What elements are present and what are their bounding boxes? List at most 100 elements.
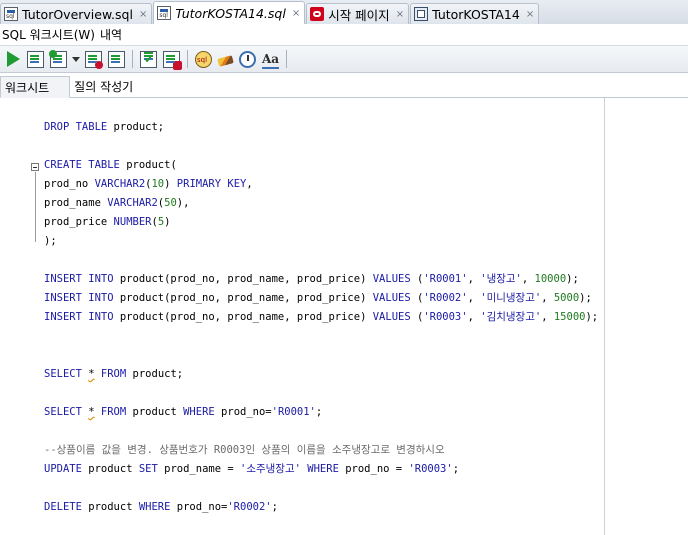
code-token: 50 bbox=[164, 197, 177, 209]
code-token: SELECT bbox=[44, 368, 89, 380]
code-token: 'R0003' bbox=[423, 311, 468, 323]
code-line[interactable]: prod_price NUMBER(5) bbox=[44, 213, 598, 232]
code-token: 'R0002' bbox=[227, 501, 272, 513]
clear-icon[interactable] bbox=[217, 55, 234, 67]
tab-tutorkosta14-sql[interactable]: TutorKOSTA14.sql × bbox=[153, 1, 306, 24]
code-line[interactable] bbox=[44, 346, 598, 365]
fold-guide bbox=[35, 172, 36, 242]
format-case-icon[interactable]: Aa bbox=[262, 51, 280, 69]
toolbar-separator bbox=[187, 50, 188, 68]
history-menu[interactable]: 내역 bbox=[100, 26, 122, 43]
close-icon[interactable]: × bbox=[292, 8, 300, 19]
sql-file-icon bbox=[157, 6, 172, 20]
code-token: prod_no = bbox=[345, 463, 409, 475]
code-token: DELETE bbox=[44, 501, 89, 513]
code-token: CREATE TABLE bbox=[44, 159, 127, 171]
tab-start-page[interactable]: 시작 페이지 × bbox=[306, 3, 410, 24]
code-line[interactable]: INSERT INTO product(prod_no, prod_name, … bbox=[44, 270, 598, 289]
code-token: prod_name = bbox=[164, 463, 240, 475]
tab-label: TutorOverview.sql bbox=[22, 6, 133, 22]
code-token: product(prod_no, prod_name, prod_price) bbox=[119, 273, 373, 285]
code-token: , bbox=[541, 292, 554, 304]
code-line[interactable]: --상품이름 값을 변경. 상품번호가 R0003인 상품의 이름을 소주냉장고… bbox=[44, 441, 598, 460]
toolbar-separator bbox=[132, 50, 133, 68]
code-token: 'R0001' bbox=[423, 273, 468, 285]
sql-history-icon[interactable] bbox=[239, 50, 256, 68]
code-token: product; bbox=[132, 368, 184, 380]
code-line[interactable]: DROP TABLE product; bbox=[44, 118, 598, 137]
close-icon[interactable]: × bbox=[139, 9, 147, 20]
tab-tutoroverview-sql[interactable]: TutorOverview.sql × bbox=[0, 3, 153, 24]
code-token: , bbox=[246, 178, 253, 190]
code-token: product; bbox=[113, 121, 165, 133]
code-token: 'R0001' bbox=[271, 406, 316, 418]
code-line[interactable] bbox=[44, 384, 598, 403]
code-line[interactable] bbox=[44, 251, 598, 270]
tab-tutorkosta14-worksheet[interactable]: TutorKOSTA14 × bbox=[410, 3, 540, 24]
code-token: WHERE bbox=[138, 501, 177, 513]
code-line[interactable] bbox=[44, 137, 598, 156]
code-token: , bbox=[541, 311, 554, 323]
code-token: DROP TABLE bbox=[44, 121, 114, 133]
code-line[interactable]: DELETE product WHERE prod_no='R0002'; bbox=[44, 498, 598, 517]
tab-query-builder[interactable]: 질의 작성기 bbox=[70, 76, 141, 97]
code-token: , bbox=[467, 273, 481, 285]
code-token: WHERE bbox=[307, 463, 346, 475]
code-token: product bbox=[88, 501, 139, 513]
tab-label: TutorKOSTA14.sql bbox=[175, 5, 286, 21]
run-script-icon[interactable] bbox=[27, 50, 44, 68]
document-tab-strip: TutorOverview.sql × TutorKOSTA14.sql × 시… bbox=[0, 0, 688, 25]
code-line[interactable]: CREATE TABLE product( bbox=[44, 156, 598, 175]
explain-plan-icon[interactable] bbox=[85, 50, 103, 69]
code-token: 15000 bbox=[553, 311, 586, 323]
toolbar-separator bbox=[286, 50, 288, 68]
code-token: '김치냉장고' bbox=[480, 311, 542, 323]
code-line[interactable]: ); bbox=[44, 232, 598, 251]
code-token: product bbox=[88, 463, 139, 475]
tab-label: TutorKOSTA14 bbox=[432, 6, 520, 22]
unshared-sql-icon[interactable] bbox=[195, 50, 212, 68]
tab-worksheet[interactable]: 워크시트 bbox=[0, 76, 71, 98]
code-token: '미니냉장고' bbox=[480, 292, 542, 304]
code-line[interactable] bbox=[44, 327, 598, 346]
code-token: NUMBER bbox=[113, 216, 152, 228]
code-token: SELECT bbox=[44, 406, 89, 418]
code-token: ) bbox=[164, 178, 177, 190]
worksheet-toolbar: Aa bbox=[0, 45, 688, 73]
code-token: INSERT INTO bbox=[44, 273, 120, 285]
close-icon[interactable]: × bbox=[396, 9, 404, 20]
code-token: 10 bbox=[151, 178, 165, 190]
sql-tuning-icon[interactable] bbox=[108, 50, 125, 68]
code-line[interactable]: INSERT INTO product(prod_no, prod_name, … bbox=[44, 289, 598, 308]
code-token: 10000 bbox=[534, 273, 567, 285]
rollback-icon[interactable] bbox=[163, 50, 182, 70]
code-token: product(prod_no, prod_name, prod_price) bbox=[119, 292, 373, 304]
code-line[interactable]: prod_no VARCHAR2(10) PRIMARY KEY, bbox=[44, 175, 598, 194]
code-line[interactable]: SELECT * FROM product; bbox=[44, 365, 598, 384]
code-token: INSERT INTO bbox=[44, 292, 120, 304]
code-token: ); bbox=[44, 235, 57, 247]
run-statement-icon[interactable] bbox=[7, 51, 20, 67]
close-icon[interactable]: × bbox=[526, 9, 534, 20]
code-token: ); bbox=[579, 292, 592, 304]
sql-worksheet-menu[interactable]: SQL 워크시트(W) bbox=[2, 26, 95, 43]
code-token: prod_no bbox=[44, 178, 95, 190]
code-line[interactable]: SELECT * FROM product WHERE prod_no='R00… bbox=[44, 403, 598, 422]
oracle-start-icon bbox=[310, 7, 325, 21]
worksheet-subtabs: 워크시트 질의 작성기 bbox=[0, 75, 688, 98]
code-line[interactable] bbox=[44, 479, 598, 498]
code-token: --상품이름 값을 변경. 상품번호가 R0003인 상품의 이름을 소주냉장고… bbox=[44, 444, 445, 456]
code-token: product(prod_no, prod_name, prod_price) bbox=[119, 311, 373, 323]
code-area[interactable]: DROP TABLE product; CREATE TABLE product… bbox=[44, 118, 598, 517]
chevron-down-icon[interactable] bbox=[72, 56, 80, 62]
sql-file-icon bbox=[4, 7, 18, 21]
autotrace-icon[interactable] bbox=[49, 49, 67, 68]
code-line[interactable]: UPDATE product SET prod_name = '소주냉장고' W… bbox=[44, 460, 598, 479]
commit-icon[interactable] bbox=[140, 50, 157, 68]
code-line[interactable]: INSERT INTO product(prod_no, prod_name, … bbox=[44, 308, 598, 327]
sql-editor[interactable]: DROP TABLE product; CREATE TABLE product… bbox=[0, 98, 688, 535]
fold-toggle-icon[interactable] bbox=[31, 163, 39, 171]
code-token: FROM bbox=[94, 368, 133, 380]
code-line[interactable] bbox=[44, 422, 598, 441]
code-line[interactable]: prod_name VARCHAR2(50), bbox=[44, 194, 598, 213]
